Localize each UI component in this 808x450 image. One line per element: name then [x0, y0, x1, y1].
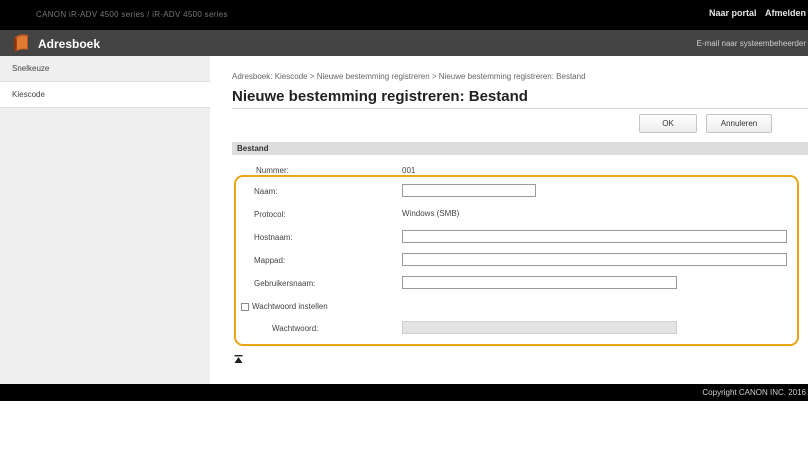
app-bar: Adresboek E-mail naar systeembeheerder [0, 30, 808, 56]
sidebar-item-kiescode[interactable]: Kiescode [0, 82, 210, 108]
highlight-frame [234, 175, 799, 346]
number-value: 001 [402, 166, 416, 175]
device-name: CANON iR-ADV 4500 series / iR-ADV 4500 s… [36, 10, 228, 19]
cancel-button[interactable]: Annuleren [706, 114, 772, 133]
page-title: Nieuwe bestemming registreren: Bestand [232, 88, 528, 105]
mail-admin-link[interactable]: E-mail naar systeembeheerder [697, 39, 806, 48]
back-to-top-icon[interactable] [234, 355, 243, 364]
address-book-icon [14, 34, 28, 52]
ok-button[interactable]: OK [639, 114, 697, 133]
breadcrumb: Adresboek: Kiescode > Nieuwe bestemming … [232, 72, 586, 81]
title-divider [232, 108, 808, 109]
top-links: Naar portal Afmelden [703, 8, 806, 18]
portal-link[interactable]: Naar portal [709, 8, 757, 18]
app-title: Adresboek [38, 37, 101, 51]
sidebar-item-snelkeuze[interactable]: Snelkeuze [0, 56, 210, 82]
footer: Copyright CANON INC. 2016 [0, 384, 808, 401]
logout-link[interactable]: Afmelden [765, 8, 806, 18]
copyright-text: Copyright CANON INC. 2016 [702, 388, 806, 397]
number-label: Nummer: [256, 166, 289, 175]
section-header-bestand: Bestand [232, 142, 808, 155]
top-bar: CANON iR-ADV 4500 series / iR-ADV 4500 s… [0, 0, 808, 30]
sidebar: Snelkeuze Kiescode [0, 56, 210, 384]
